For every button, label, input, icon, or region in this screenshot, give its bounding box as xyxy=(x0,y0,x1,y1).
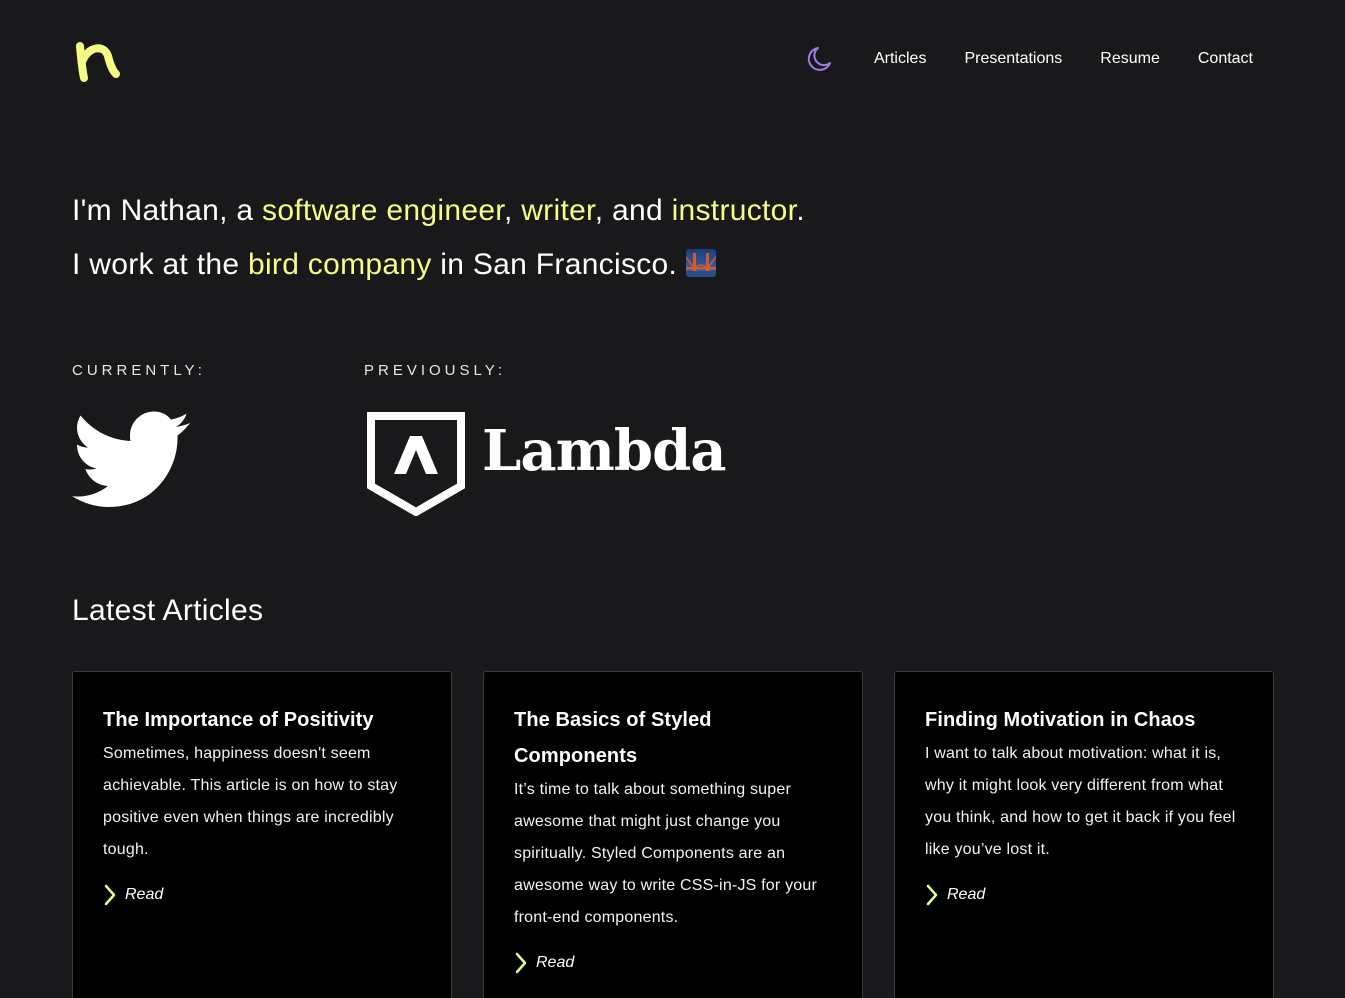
previously-label: PREVIOUSLY: xyxy=(364,362,507,379)
moon-icon[interactable] xyxy=(804,44,834,74)
page: Articles Presentations Resume Contact I'… xyxy=(0,0,1345,998)
article-list: The Importance of Positivity Sometimes, … xyxy=(72,671,1274,998)
read-label: Read xyxy=(125,886,164,903)
article-summary: It’s time to talk about something super … xyxy=(514,781,818,926)
intro: I'm Nathan, a software engineer, writer,… xyxy=(72,184,805,292)
read-label: Read xyxy=(947,886,986,903)
chevron-right-icon xyxy=(926,884,938,906)
golden-gate-bridge-icon xyxy=(685,249,716,277)
nav-link-articles[interactable]: Articles xyxy=(874,50,926,68)
article-summary: I want to talk about motivation: what it… xyxy=(925,745,1236,858)
intro-text: I work at the xyxy=(72,248,248,281)
article-title[interactable]: Finding Motivation in Chaos xyxy=(925,702,1243,738)
role-software-engineer: software engineer xyxy=(262,194,504,227)
nav-link-presentations[interactable]: Presentations xyxy=(964,50,1062,68)
chevron-right-icon xyxy=(104,884,116,906)
article-summary: Sometimes, happiness doesn't seem achiev… xyxy=(103,745,398,858)
lambda-wordmark: Lambda xyxy=(482,418,727,484)
role-instructor: instructor xyxy=(671,194,797,227)
main-nav: Articles Presentations Resume Contact xyxy=(804,44,1253,74)
nav-link-resume[interactable]: Resume xyxy=(1100,50,1160,68)
lambda-shield-icon[interactable] xyxy=(366,412,466,517)
currently-label: CURRENTLY: xyxy=(72,362,206,379)
role-writer: writer xyxy=(521,194,595,227)
intro-line-2: I work at the bird company in San Franci… xyxy=(72,238,805,292)
read-link[interactable]: Read xyxy=(925,884,1243,906)
company-link[interactable]: bird company xyxy=(248,248,432,281)
intro-text: I'm Nathan, a xyxy=(72,194,263,227)
nav-link-contact[interactable]: Contact xyxy=(1198,50,1253,68)
read-link[interactable]: Read xyxy=(103,884,421,906)
article-card[interactable]: The Importance of Positivity Sometimes, … xyxy=(72,671,452,998)
intro-text: , xyxy=(503,194,522,227)
chevron-right-icon xyxy=(515,952,527,974)
article-title[interactable]: The Basics of Styled Components xyxy=(514,702,832,774)
read-label: Read xyxy=(536,954,575,971)
n-logo-icon[interactable] xyxy=(72,36,124,84)
intro-text: in San Francisco. xyxy=(431,248,686,281)
intro-text: . xyxy=(796,194,805,227)
article-card[interactable]: Finding Motivation in Chaos I want to ta… xyxy=(894,671,1274,998)
article-title[interactable]: The Importance of Positivity xyxy=(103,702,421,738)
article-card[interactable]: The Basics of Styled Components It’s tim… xyxy=(483,671,863,998)
read-link[interactable]: Read xyxy=(514,952,832,974)
intro-line-1: I'm Nathan, a software engineer, writer,… xyxy=(72,184,805,238)
twitter-bird-icon[interactable] xyxy=(72,410,192,512)
latest-articles-heading: Latest Articles xyxy=(72,594,264,627)
intro-text: , and xyxy=(594,194,672,227)
